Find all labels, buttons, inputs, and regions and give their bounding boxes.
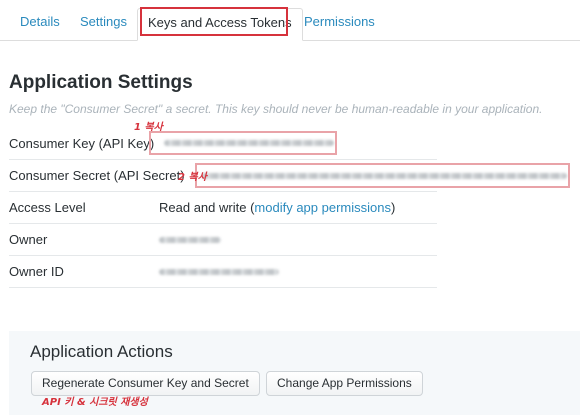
access-level-label: Access Level [9,200,86,215]
access-level-row: Access Level Read and write (modify app … [9,191,437,224]
owner-id-label: Owner ID [9,264,64,279]
owner-label: Owner [9,232,48,247]
application-actions-heading: Application Actions [30,342,173,361]
consumer-secret-label: Consumer Secret (API Secret) [9,168,185,183]
tab-permissions[interactable]: Permissions [294,8,385,40]
annotation-secret-copy: 2 복사 [178,172,207,183]
owner-row: Owner [9,223,437,256]
access-level-close-paren: ) [390,200,396,215]
tab-bar: Details Settings Keys and Access Tokens … [0,0,580,41]
application-settings-heading: Application Settings [9,72,193,93]
consumer-secret-value[interactable] [202,173,567,179]
modify-app-permissions-link[interactable]: modify app permissions [254,200,391,215]
annotation-key-copy: 1 복사 [134,122,163,133]
consumer-key-label: Consumer Key (API Key) [9,136,155,151]
tab-settings[interactable]: Settings [70,8,137,40]
access-level-text: Read and write [159,200,247,215]
application-actions-panel: Application Actions Regenerate Consumer … [9,331,580,415]
tab-keys-and-access-tokens[interactable]: Keys and Access Tokens [137,8,303,41]
owner-id-value [159,269,279,275]
owner-value [159,237,221,243]
consumer-key-value[interactable] [164,140,334,146]
annotation-regenerate: API 키 & 시크릿 재생성 [42,397,148,408]
consumer-secret-row: Consumer Secret (API Secret) [9,159,567,192]
owner-id-row: Owner ID [9,255,437,288]
change-app-permissions-button[interactable]: Change App Permissions [266,371,423,396]
access-level-value: Read and write (modify app permissions) [159,200,395,215]
consumer-key-row: Consumer Key (API Key) [9,127,437,160]
consumer-secret-note: Keep the "Consumer Secret" a secret. Thi… [9,102,543,116]
tab-details[interactable]: Details [10,8,70,40]
